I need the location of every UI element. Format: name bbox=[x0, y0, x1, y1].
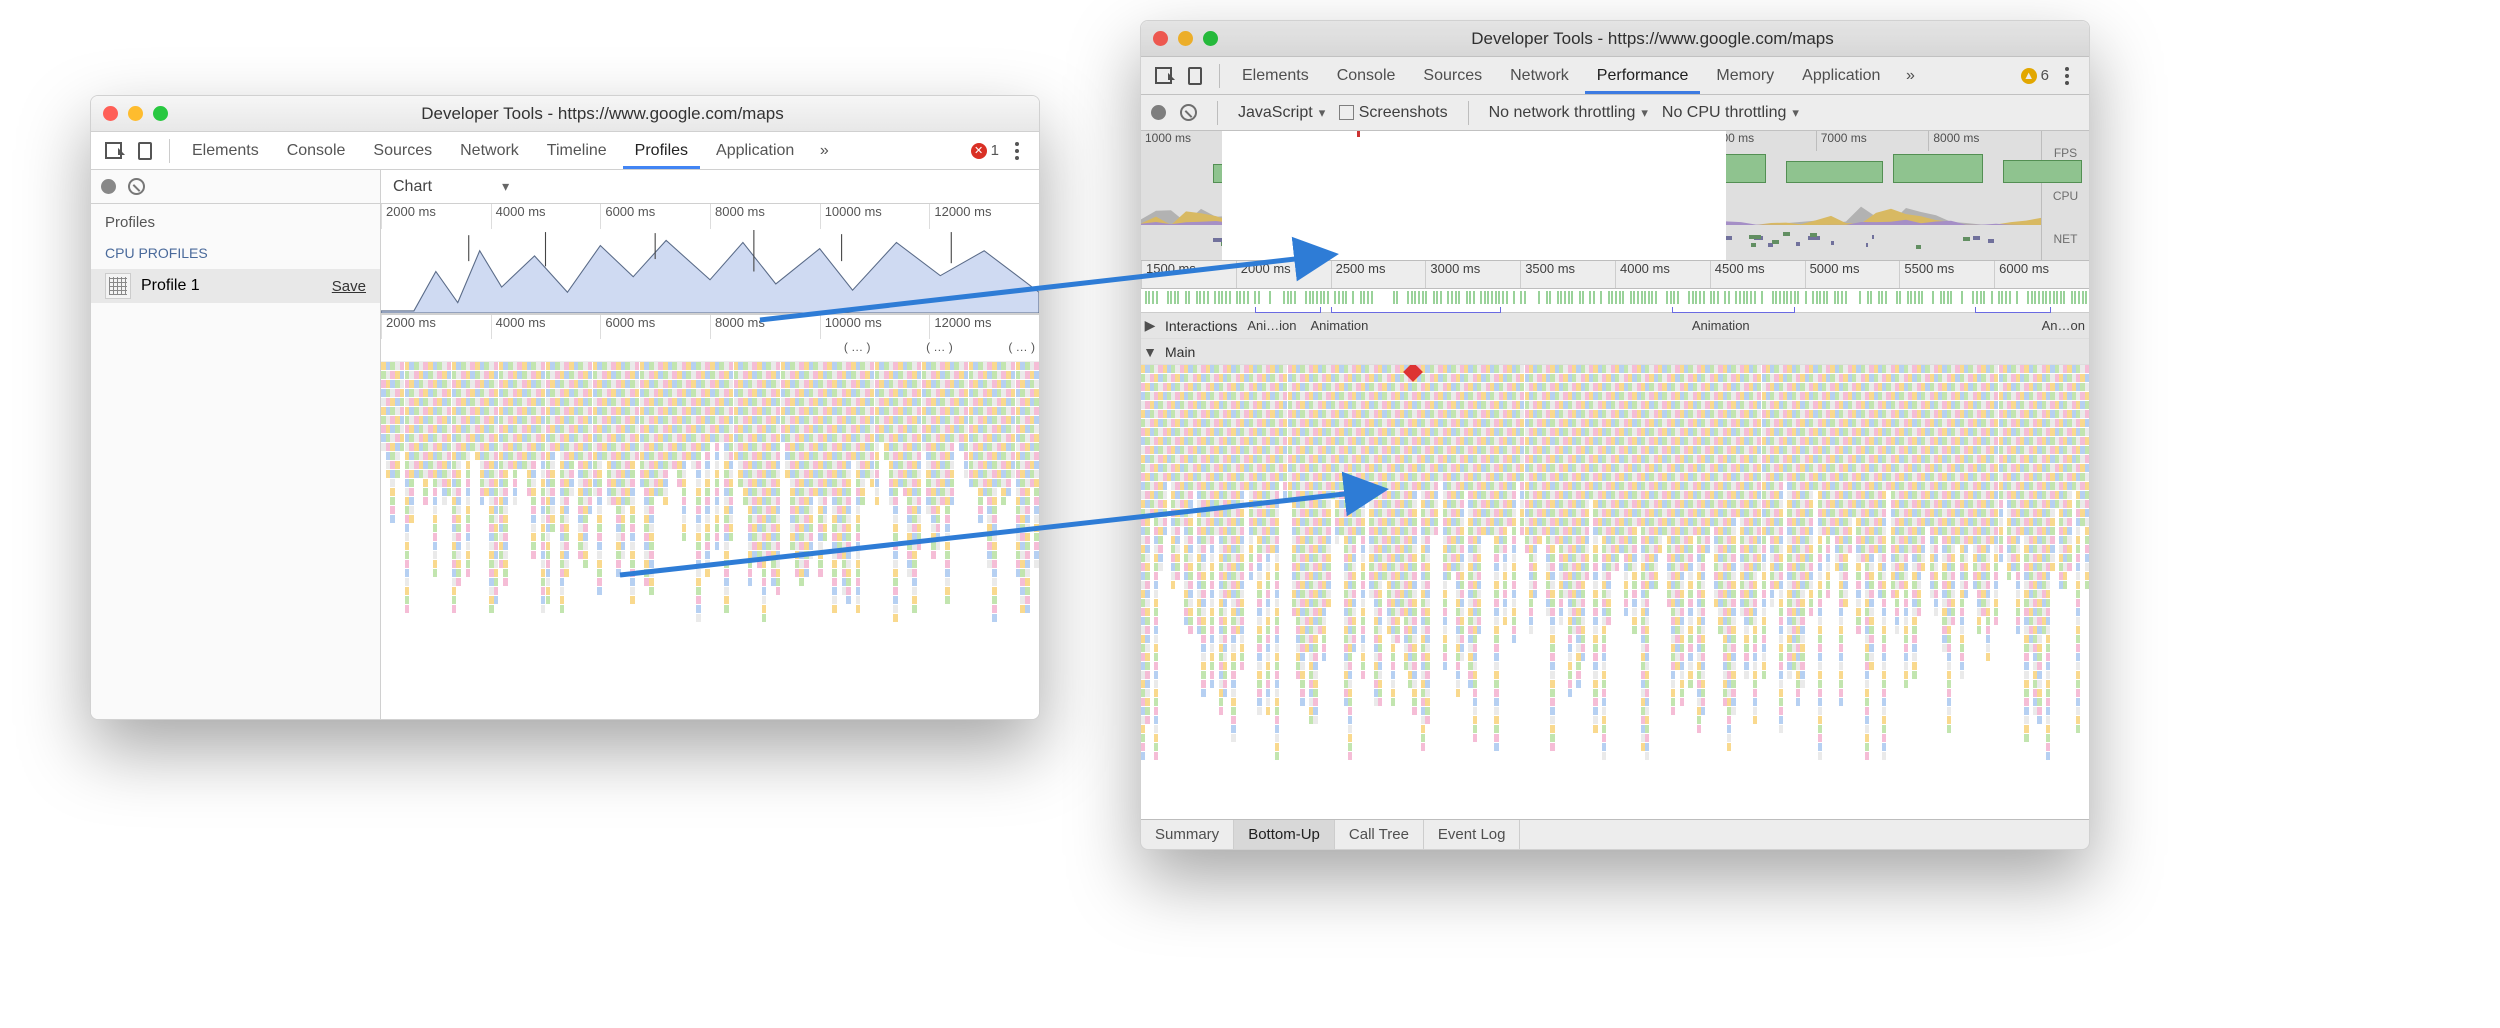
window-traffic-lights[interactable] bbox=[1153, 31, 1218, 46]
fps-track bbox=[1141, 151, 2041, 185]
tab-bottom-up[interactable]: Bottom-Up bbox=[1234, 820, 1335, 849]
cpu-throttling-dropdown[interactable]: No CPU throttling bbox=[1662, 104, 1799, 122]
performance-toolbar: JavaScript Screenshots No network thrott… bbox=[1141, 95, 2089, 131]
view-toolbar: Chart bbox=[381, 170, 1039, 204]
sidebar-tools bbox=[91, 170, 380, 204]
tab-call-tree[interactable]: Call Tree bbox=[1335, 820, 1424, 849]
tab-sources[interactable]: Sources bbox=[361, 132, 444, 169]
tab-application[interactable]: Application bbox=[704, 132, 806, 169]
window-traffic-lights[interactable] bbox=[103, 106, 168, 121]
overflow-tabs-icon[interactable] bbox=[1896, 62, 1924, 90]
devtools-window-profiles: Developer Tools - https://www.google.com… bbox=[90, 95, 1040, 720]
profile-name: Profile 1 bbox=[141, 277, 322, 295]
window-title: Developer Tools - https://www.google.com… bbox=[1228, 29, 2077, 49]
view-dropdown[interactable]: Chart bbox=[393, 178, 509, 196]
main-ruler[interactable]: 1500 ms 2000 ms 2500 ms 3000 ms 3500 ms … bbox=[1141, 261, 2089, 289]
overview-side-labels: FPS CPU NET bbox=[2041, 131, 2089, 260]
profiles-sidebar: Profiles CPU PROFILES Profile 1 Save bbox=[91, 170, 381, 719]
tab-timeline[interactable]: Timeline bbox=[535, 132, 619, 169]
tab-performance[interactable]: Performance bbox=[1585, 57, 1701, 94]
zoom-icon[interactable] bbox=[1203, 31, 1218, 46]
cpu-track bbox=[1141, 185, 2041, 225]
main-flame-chart[interactable] bbox=[1141, 365, 2089, 819]
settings-kebab-icon[interactable] bbox=[1003, 137, 1031, 165]
tab-elements[interactable]: Elements bbox=[180, 132, 271, 169]
net-track bbox=[1141, 225, 2041, 253]
close-icon[interactable] bbox=[103, 106, 118, 121]
details-tabs: Summary Bottom-Up Call Tree Event Log bbox=[1141, 819, 2089, 849]
net-label: NET bbox=[2042, 217, 2089, 260]
tab-network[interactable]: Network bbox=[1498, 57, 1581, 94]
record-icon[interactable] bbox=[1151, 105, 1166, 120]
profile-file-icon bbox=[105, 273, 131, 299]
clear-icon[interactable] bbox=[1180, 104, 1197, 121]
record-icon[interactable] bbox=[101, 179, 116, 194]
inspect-icon[interactable] bbox=[1149, 62, 1177, 90]
devtools-window-performance: Developer Tools - https://www.google.com… bbox=[1140, 20, 2090, 850]
minimize-icon[interactable] bbox=[1178, 31, 1193, 46]
minimize-icon[interactable] bbox=[128, 106, 143, 121]
interactions-track[interactable]: ▶ Interactions Ani…ion Animation Animati… bbox=[1141, 313, 2089, 339]
flame-ruler[interactable]: 2000 ms 4000 ms 6000 ms 8000 ms 10000 ms… bbox=[381, 314, 1039, 340]
sidebar-section: CPU PROFILES bbox=[91, 241, 380, 269]
profile-main: Chart 2000 ms 4000 ms 6000 ms 8000 ms 10… bbox=[381, 170, 1039, 719]
tab-memory[interactable]: Memory bbox=[1704, 57, 1786, 94]
device-toggle-icon[interactable] bbox=[1181, 62, 1209, 90]
tab-event-log[interactable]: Event Log bbox=[1424, 820, 1521, 849]
tab-profiles[interactable]: Profiles bbox=[623, 132, 700, 169]
frames-track[interactable] bbox=[1141, 289, 2089, 313]
panel-tabs: Elements Console Sources Network Perform… bbox=[1141, 57, 2089, 95]
cpu-overview-chart[interactable] bbox=[381, 230, 1039, 314]
tab-sources[interactable]: Sources bbox=[1411, 57, 1494, 94]
warning-count-badge[interactable]: ▲6 bbox=[2021, 67, 2049, 84]
tab-elements[interactable]: Elements bbox=[1230, 57, 1321, 94]
js-sampling-dropdown[interactable]: JavaScript bbox=[1238, 104, 1325, 122]
network-throttling-dropdown[interactable]: No network throttling bbox=[1489, 104, 1648, 122]
sidebar-heading: Profiles bbox=[91, 204, 380, 241]
tab-application[interactable]: Application bbox=[1790, 57, 1892, 94]
tab-console[interactable]: Console bbox=[1325, 57, 1408, 94]
clear-icon[interactable] bbox=[128, 178, 145, 195]
tab-console[interactable]: Console bbox=[275, 132, 358, 169]
tab-summary[interactable]: Summary bbox=[1141, 820, 1234, 849]
settings-kebab-icon[interactable] bbox=[2053, 62, 2081, 90]
screenshots-checkbox[interactable]: Screenshots bbox=[1339, 104, 1447, 122]
close-icon[interactable] bbox=[1153, 31, 1168, 46]
error-count-badge[interactable]: ✕1 bbox=[971, 142, 999, 159]
titlebar[interactable]: Developer Tools - https://www.google.com… bbox=[1141, 21, 2089, 57]
zoom-icon[interactable] bbox=[153, 106, 168, 121]
overflow-tabs-icon[interactable] bbox=[810, 137, 838, 165]
device-toggle-icon[interactable] bbox=[131, 137, 159, 165]
save-link[interactable]: Save bbox=[332, 278, 366, 295]
collapse-icon[interactable]: ▼ bbox=[1141, 344, 1159, 360]
overview-ruler: 1000 ms 2000 ms 3000 ms 4000 ms 5000 ms … bbox=[1141, 131, 2041, 151]
inspect-icon[interactable] bbox=[99, 137, 127, 165]
panel-tabs: Elements Console Sources Network Timelin… bbox=[91, 132, 1039, 170]
performance-overview[interactable]: 1000 ms 2000 ms 3000 ms 4000 ms 5000 ms … bbox=[1141, 131, 2089, 261]
overview-ruler[interactable]: 2000 ms 4000 ms 6000 ms 8000 ms 10000 ms… bbox=[381, 204, 1039, 230]
profile-row[interactable]: Profile 1 Save bbox=[91, 269, 380, 303]
tab-network[interactable]: Network bbox=[448, 132, 531, 169]
titlebar[interactable]: Developer Tools - https://www.google.com… bbox=[91, 96, 1039, 132]
expand-icon[interactable]: ▶ bbox=[1141, 317, 1159, 334]
flame-top-row: ( … ) ( … ) ( … ) bbox=[381, 340, 1039, 362]
main-track-header[interactable]: ▼ Main bbox=[1141, 339, 2089, 365]
window-title: Developer Tools - https://www.google.com… bbox=[178, 104, 1027, 124]
flame-chart[interactable]: ( … ) ( … ) ( … ) bbox=[381, 340, 1039, 719]
